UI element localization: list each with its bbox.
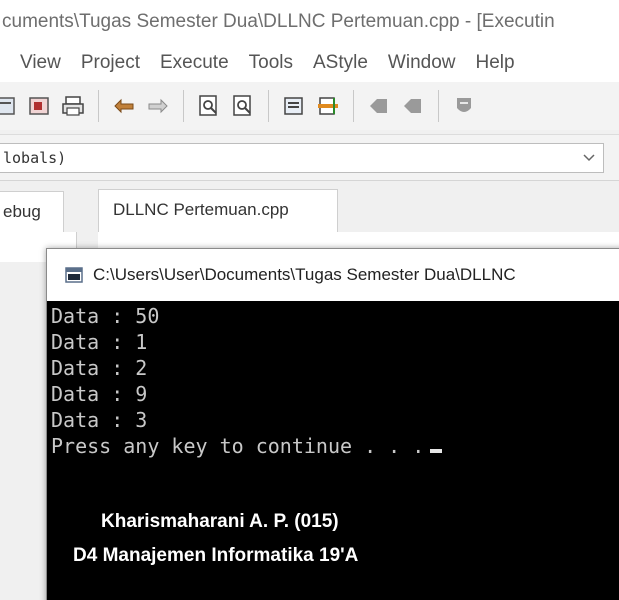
window-icon[interactable] (281, 93, 307, 119)
toolbar (0, 82, 619, 130)
menu-view[interactable]: View (0, 52, 71, 74)
menu-tools[interactable]: Tools (239, 52, 303, 74)
redo-icon[interactable] (145, 93, 171, 119)
console-window[interactable]: C:\Users\User\Documents\Tugas Semester D… (46, 248, 619, 600)
bookmark-back-icon[interactable] (366, 93, 392, 119)
replace-icon[interactable] (230, 93, 256, 119)
toolbar-separator (438, 90, 439, 122)
console-line-prompt: Press any key to continue . . . (51, 433, 619, 459)
tab-debug[interactable]: ebug (0, 191, 64, 233)
scope-combo[interactable]: lobals) (0, 143, 604, 173)
overlay-program: D4 Manajemen Informatika 19'A (73, 545, 359, 566)
menu-project[interactable]: Project (71, 52, 150, 74)
console-line: Data : 1 (51, 330, 148, 354)
toolbar-separator (268, 90, 269, 122)
console-line: Data : 9 (51, 382, 148, 406)
scope-combo-value: lobals) (3, 149, 67, 167)
chevron-down-icon[interactable] (581, 144, 597, 172)
menu-execute[interactable]: Execute (150, 52, 239, 74)
console-output: Data : 50 Data : 1 Data : 2 Data : 9 Dat… (47, 303, 619, 600)
console-app-icon (65, 267, 83, 283)
run-icon[interactable] (26, 93, 52, 119)
toolbar-separator (353, 90, 354, 122)
console-prompt-text: Press any key to continue . . . (51, 434, 425, 458)
console-line: Data : 50 (51, 304, 160, 328)
text-cursor (430, 449, 443, 453)
print-icon[interactable] (60, 93, 86, 119)
toolbar-separator (98, 90, 99, 122)
menu-bar: View Project Execute Tools AStyle Window… (0, 44, 619, 82)
shield-icon[interactable] (451, 93, 477, 119)
console-titlebar[interactable]: C:\Users\User\Documents\Tugas Semester D… (47, 249, 619, 301)
console-title: C:\Users\User\Documents\Tugas Semester D… (93, 265, 516, 284)
console-line: Data : 2 (51, 356, 148, 380)
dev-cpp-ide: cuments\Tugas Semester Dua\DLLNC Pertemu… (0, 0, 619, 600)
bookmark-forward-icon[interactable] (400, 93, 426, 119)
goto-icon[interactable] (315, 93, 341, 119)
compile-icon[interactable] (0, 93, 18, 119)
console-line: Data : 3 (51, 408, 148, 432)
tab-row: ebug DLLNC Pertemuan.cpp (0, 180, 619, 233)
window-title: cuments\Tugas Semester Dua\DLLNC Pertemu… (0, 0, 619, 44)
tab-file[interactable]: DLLNC Pertemuan.cpp (98, 189, 338, 233)
find-icon[interactable] (196, 93, 222, 119)
menu-help[interactable]: Help (466, 52, 525, 74)
scope-bar: lobals) (0, 134, 619, 180)
menu-astyle[interactable]: AStyle (303, 52, 378, 74)
toolbar-separator (183, 90, 184, 122)
overlay-author: Kharismaharani A. P. (015) (101, 511, 339, 532)
menu-window[interactable]: Window (378, 52, 466, 74)
undo-icon[interactable] (111, 93, 137, 119)
